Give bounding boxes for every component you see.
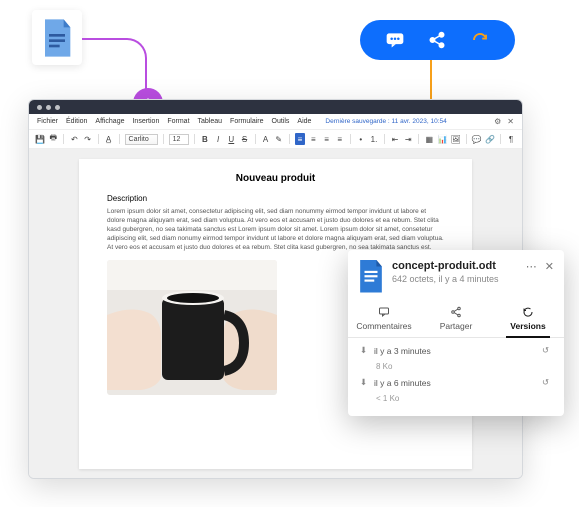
version-list: ⬇ il y a 3 minutes ↺ 8 Ko ⬇ il y a 6 min… [348,338,564,416]
comments-tab-icon [378,306,390,318]
versions-tab-icon [522,306,534,318]
align-justify-icon[interactable]: ≡ [335,133,345,145]
numbering-icon[interactable]: 1. [369,133,379,145]
font-color-icon[interactable]: A [260,133,270,145]
italic-icon[interactable]: I [213,133,223,145]
action-pill [360,20,515,60]
tab-share[interactable]: Partager [420,298,492,337]
version-size: < 1 Ko [348,391,564,406]
align-center-icon[interactable]: ≡ [308,133,318,145]
insert-table-icon[interactable]: ▦ [424,133,434,145]
tab-versions[interactable]: Versions [492,298,564,337]
redo-icon[interactable]: ↷ [82,133,92,145]
undo-icon[interactable]: ↶ [69,133,79,145]
section-label: Description [107,194,444,203]
menu-edit[interactable]: Édition [66,118,87,125]
format-marks-icon[interactable]: ¶ [506,133,516,145]
menu-format[interactable]: Format [167,118,189,125]
insert-image-icon[interactable]: 🖼 [451,133,461,145]
align-left-icon[interactable]: ≡ [295,133,306,145]
popover-tabs: Commentaires Partager Versions [348,298,564,338]
menu-table[interactable]: Tableau [198,118,223,125]
document-file-icon [32,10,82,65]
version-row[interactable]: ⬇ il y a 6 minutes ↺ [348,374,564,391]
insert-link-icon[interactable]: 🔗 [485,133,495,145]
font-selector[interactable]: Carlito [125,134,158,145]
download-icon[interactable]: ⬇ [360,345,368,356]
doc-title: Nouveau produit [107,173,444,184]
underline-icon[interactable]: U [226,133,236,145]
save-icon[interactable]: 💾 [35,133,45,145]
menu-view[interactable]: Affichage [95,118,124,125]
menu-file[interactable]: Fichier [37,118,58,125]
print-icon[interactable]: 🖶 [48,133,58,145]
share-icon[interactable] [427,30,447,50]
menu-insert[interactable]: Insertion [132,118,159,125]
tab-comments[interactable]: Commentaires [348,298,420,337]
menu-help[interactable]: Aide [297,118,311,125]
download-icon[interactable]: ⬇ [360,377,368,388]
insert-comment-icon[interactable]: 💬 [472,133,482,145]
popover-close-icon[interactable]: ✕ [545,260,554,273]
font-size-selector[interactable]: 12 [169,134,189,145]
indent-dec-icon[interactable]: ⇤ [390,133,400,145]
file-meta: 642 octets, il y a 4 minutes [392,274,518,284]
revert-icon[interactable]: ↺ [542,377,552,388]
file-name: concept-produit.odt [392,260,518,272]
version-size: 8 Ko [348,359,564,374]
product-image [107,260,277,395]
highlight-icon[interactable]: ✎ [274,133,284,145]
revert-icon[interactable]: ↺ [542,345,552,356]
close-icon[interactable]: ✕ [507,117,514,126]
comment-icon[interactable] [385,30,405,50]
version-row[interactable]: ⬇ il y a 3 minutes ↺ [348,342,564,359]
more-icon[interactable]: ⋯ [526,260,537,273]
window-titlebar [29,100,522,114]
strike-icon[interactable]: S [239,133,249,145]
menubar: Fichier Édition Affichage Insertion Form… [29,114,522,130]
odt-file-icon [358,260,384,292]
insert-chart-icon[interactable]: 📊 [437,133,447,145]
bullets-icon[interactable]: • [356,133,366,145]
menu-tools[interactable]: Outils [272,118,290,125]
toolbar: 💾 🖶 ↶ ↷ A̲ Carlito 12 B I U S A ✎ ≡ ≡ ≡ … [29,130,522,149]
menu-form[interactable]: Formulaire [230,118,263,125]
refresh-icon[interactable] [470,30,490,50]
indent-inc-icon[interactable]: ⇥ [403,133,413,145]
file-popover: concept-produit.odt 642 octets, il y a 4… [348,250,564,416]
align-right-icon[interactable]: ≡ [321,133,331,145]
share-tab-icon [450,306,462,318]
last-save-info: Dernière sauvegarde : 11 avr. 2023, 10:5… [325,118,446,125]
settings-icon[interactable]: ⚙ [494,117,501,126]
paragraph: Lorem ipsum dolor sit amet, consectetur … [107,207,444,252]
bold-icon[interactable]: B [200,133,210,145]
paragraph-style-icon[interactable]: A̲ [104,133,114,145]
